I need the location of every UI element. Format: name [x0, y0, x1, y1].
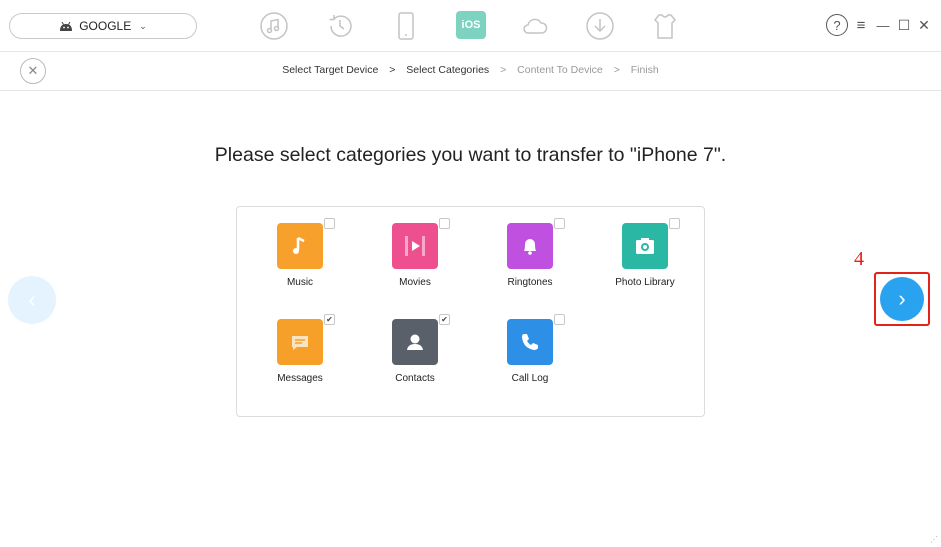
contacts-checkbox[interactable]: ✔ [439, 314, 450, 325]
photo-library-checkbox[interactable] [669, 218, 680, 229]
category-label: Movies [399, 277, 431, 288]
camera-icon [622, 218, 680, 269]
page-title: Please select categories you want to tra… [214, 144, 727, 166]
category-messages[interactable]: ✔ Messages [250, 314, 350, 384]
minimize-label: — [876, 17, 890, 33]
ringtones-checkbox[interactable] [554, 218, 565, 229]
help-icon[interactable]: ? [826, 14, 848, 36]
close-label: ✕ [918, 16, 930, 33]
category-label: Messages [277, 373, 323, 384]
chevron-down-icon: ⌄ [139, 20, 147, 31]
menu-label: ≡ [856, 16, 866, 34]
movie-icon [392, 218, 450, 269]
phone-icon[interactable] [390, 10, 422, 42]
ios-transfer-label: iOS [461, 19, 481, 31]
music-note-icon[interactable] [258, 10, 290, 42]
category-call-log[interactable]: Call Log [480, 314, 580, 384]
help-label: ? [833, 17, 841, 33]
category-music[interactable]: Music [250, 218, 350, 288]
android-icon [60, 21, 73, 31]
messages-checkbox[interactable]: ✔ [324, 314, 335, 325]
ios-transfer-icon[interactable]: iOS [456, 11, 486, 39]
device-name: GOOGLE [79, 19, 132, 33]
resize-grip-icon[interactable]: ⋰ [930, 535, 938, 544]
breadcrumb-separator: > [500, 64, 507, 76]
contact-icon: ✔ [392, 314, 450, 365]
category-panel: Music Movies Ringtones Photo Library ✔ M… [236, 206, 705, 417]
category-movies[interactable]: Movies [365, 218, 465, 288]
category-label: Contacts [395, 373, 435, 384]
breadcrumb-separator: > [389, 64, 396, 76]
menu-icon[interactable]: ≡ [853, 14, 869, 36]
maximize-icon[interactable]: ☐ [896, 14, 912, 36]
breadcrumb-separator: > [613, 64, 620, 76]
device-selector[interactable]: GOOGLE ⌄ [9, 13, 197, 39]
music-checkbox[interactable] [324, 218, 335, 229]
breadcrumb: Select Target Device > Select Categories… [0, 64, 941, 76]
tshirt-icon[interactable] [649, 10, 681, 42]
breadcrumb-step-categories: Select Categories [406, 64, 490, 76]
music-icon [277, 218, 335, 269]
phone-call-icon [507, 314, 565, 365]
top-toolbar: GOOGLE ⌄ iOS ? ≡ — ☐ ✕ [0, 0, 941, 52]
download-icon[interactable] [584, 10, 616, 42]
bell-icon [507, 218, 565, 269]
chevron-right-icon: › [898, 286, 906, 311]
category-ringtones[interactable]: Ringtones [480, 218, 580, 288]
breadcrumb-step-target-device: Select Target Device [282, 64, 379, 76]
close-icon[interactable]: ✕ [916, 14, 932, 36]
breadcrumb-bar: ✕ Select Target Device > Select Categori… [0, 52, 941, 91]
breadcrumb-step-content: Content To Device [517, 64, 603, 76]
next-button[interactable]: › [880, 277, 924, 321]
cloud-icon[interactable] [519, 10, 551, 42]
category-label: Photo Library [615, 277, 675, 288]
breadcrumb-step-finish: Finish [630, 64, 659, 76]
call-log-checkbox[interactable] [554, 314, 565, 325]
maximize-label: ☐ [897, 16, 911, 33]
category-label: Music [286, 277, 314, 288]
category-label: Ringtones [507, 277, 553, 288]
step-annotation: 4 [854, 248, 864, 270]
category-contacts[interactable]: ✔ Contacts [365, 314, 465, 384]
history-icon[interactable] [324, 10, 356, 42]
minimize-icon[interactable]: — [875, 14, 891, 36]
category-label: Call Log [511, 373, 549, 384]
previous-button[interactable]: ‹ [8, 276, 56, 324]
movies-checkbox[interactable] [439, 218, 450, 229]
chevron-left-icon: ‹ [28, 287, 36, 312]
category-photo-library[interactable]: Photo Library [595, 218, 695, 288]
message-icon: ✔ [277, 314, 335, 365]
next-button-highlight: › [874, 272, 930, 326]
